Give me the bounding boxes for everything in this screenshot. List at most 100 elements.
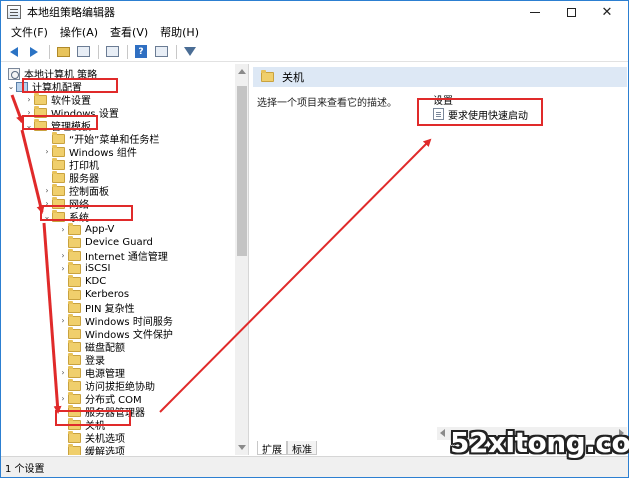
site-watermark: 52xitong.com	[450, 426, 629, 459]
scroll-left-icon[interactable]	[440, 429, 445, 437]
tree-item-label: KDC	[85, 276, 107, 287]
show-tree-button[interactable]	[74, 44, 92, 60]
folder-icon	[68, 391, 81, 404]
close-button[interactable]: ✕	[590, 1, 624, 23]
collapse-chevron-icon[interactable]: ⌄	[6, 80, 16, 93]
folder-icon	[52, 170, 65, 183]
help-button[interactable]: ?	[132, 44, 150, 60]
folder-icon	[52, 183, 65, 196]
toolbar: ?	[1, 42, 628, 62]
details-header: 关机	[253, 67, 627, 87]
folder-icon	[68, 274, 81, 287]
highlight-computer-config	[22, 78, 118, 93]
tree-item-kdc[interactable]: KDC	[58, 274, 107, 288]
details-description: 选择一个项目来查看它的描述。	[257, 98, 397, 109]
tree-item-label: iSCSI	[85, 263, 111, 274]
minimize-button[interactable]	[518, 1, 552, 23]
expand-chevron-icon[interactable]: ›	[24, 93, 34, 106]
menu-file[interactable]: 文件(F)	[5, 24, 54, 40]
folder-icon	[68, 326, 81, 339]
menu-action[interactable]: 操作(A)	[54, 24, 104, 40]
filter-icon	[184, 47, 196, 56]
folder-icon	[68, 261, 81, 274]
expand-chevron-icon[interactable]: ›	[42, 184, 52, 197]
scroll-up-icon[interactable]	[238, 69, 246, 74]
menu-view[interactable]: 查看(V)	[104, 24, 154, 40]
tab-extended[interactable]: 扩展	[257, 441, 287, 456]
toolbar-separator	[127, 44, 128, 59]
folder-icon	[68, 352, 81, 365]
expand-chevron-icon[interactable]: ›	[58, 314, 68, 327]
folder-up-icon	[56, 46, 70, 57]
expand-chevron-icon[interactable]: ›	[58, 223, 68, 236]
folder-icon	[68, 365, 81, 378]
toolbar-separator	[49, 44, 50, 59]
expand-chevron-icon[interactable]: ›	[42, 145, 52, 158]
folder-icon	[68, 443, 81, 455]
help-icon: ?	[135, 45, 147, 58]
highlight-fast-startup-setting	[417, 98, 543, 126]
maximize-button[interactable]	[554, 1, 588, 23]
status-text: 1 个设置	[5, 463, 45, 475]
export-icon	[105, 46, 119, 57]
folder-icon	[68, 235, 81, 248]
expand-chevron-icon[interactable]: ›	[58, 392, 68, 405]
properties-icon	[154, 46, 168, 57]
folder-icon	[68, 222, 81, 235]
window-title: 本地组策略编辑器	[27, 6, 115, 19]
folder-icon	[68, 300, 81, 313]
app-window: 本地组策略编辑器 ✕ 文件(F) 操作(A) 查看(V) 帮助(H) ? 本地计…	[0, 0, 629, 478]
scrollbar-thumb[interactable]	[237, 86, 247, 256]
folder-icon	[68, 378, 81, 391]
folder-icon	[68, 339, 81, 352]
filter-button[interactable]	[181, 44, 199, 60]
policy-icon	[8, 67, 20, 80]
back-button[interactable]	[5, 44, 23, 60]
view-tabs: 扩展 标准	[257, 441, 317, 456]
highlight-admin-templates	[22, 115, 98, 130]
tree-item-iscsi[interactable]: › iSCSI	[58, 261, 111, 275]
back-arrow-icon	[10, 46, 18, 57]
details-header-title: 关机	[282, 71, 304, 84]
properties-button[interactable]	[152, 44, 170, 60]
folder-icon	[52, 157, 65, 170]
tree-item-internet-comm[interactable]: › Internet 通信管理	[58, 248, 168, 263]
export-button[interactable]	[103, 44, 121, 60]
folder-icon	[261, 70, 274, 82]
expand-chevron-icon[interactable]: ›	[58, 366, 68, 379]
forward-arrow-icon	[30, 46, 38, 57]
tree-item-label: App-V	[85, 224, 115, 235]
expand-chevron-icon[interactable]: ›	[58, 262, 68, 275]
tree-item-label: 缓解选项	[85, 447, 125, 455]
highlight-system	[40, 205, 133, 221]
up-folder-button[interactable]	[54, 44, 72, 60]
tree-item-app-v[interactable]: › App-V	[58, 222, 115, 236]
folder-icon	[52, 144, 65, 157]
tree-item-label: Internet 通信管理	[85, 252, 168, 263]
tree-scrollbar[interactable]	[235, 64, 248, 455]
tree-item-label: Kerberos	[85, 289, 130, 300]
folder-icon	[68, 248, 81, 261]
menu-help[interactable]: 帮助(H)	[154, 24, 205, 40]
folder-icon	[52, 131, 65, 144]
minimize-icon	[530, 11, 540, 13]
close-icon: ✕	[601, 4, 613, 20]
toolbar-separator	[98, 44, 99, 59]
show-hide-tree-icon	[76, 46, 90, 57]
forward-button[interactable]	[25, 44, 43, 60]
title-bar: 本地组策略编辑器 ✕	[1, 1, 628, 23]
folder-icon	[68, 287, 81, 300]
scroll-down-icon[interactable]	[238, 445, 246, 450]
menu-bar: 文件(F) 操作(A) 查看(V) 帮助(H)	[1, 23, 628, 41]
folder-icon	[68, 430, 81, 443]
folder-icon	[68, 313, 81, 326]
status-bar: 1 个设置	[1, 456, 628, 477]
app-icon	[7, 5, 21, 19]
tree-item-label: Device Guard	[85, 237, 153, 248]
highlight-shutdown	[55, 410, 131, 426]
maximize-icon	[566, 7, 576, 17]
expand-chevron-icon[interactable]: ›	[58, 249, 68, 262]
tab-standard[interactable]: 标准	[287, 441, 317, 456]
tree-item-mitigation-options[interactable]: 缓解选项	[58, 443, 125, 455]
toolbar-separator	[176, 44, 177, 59]
